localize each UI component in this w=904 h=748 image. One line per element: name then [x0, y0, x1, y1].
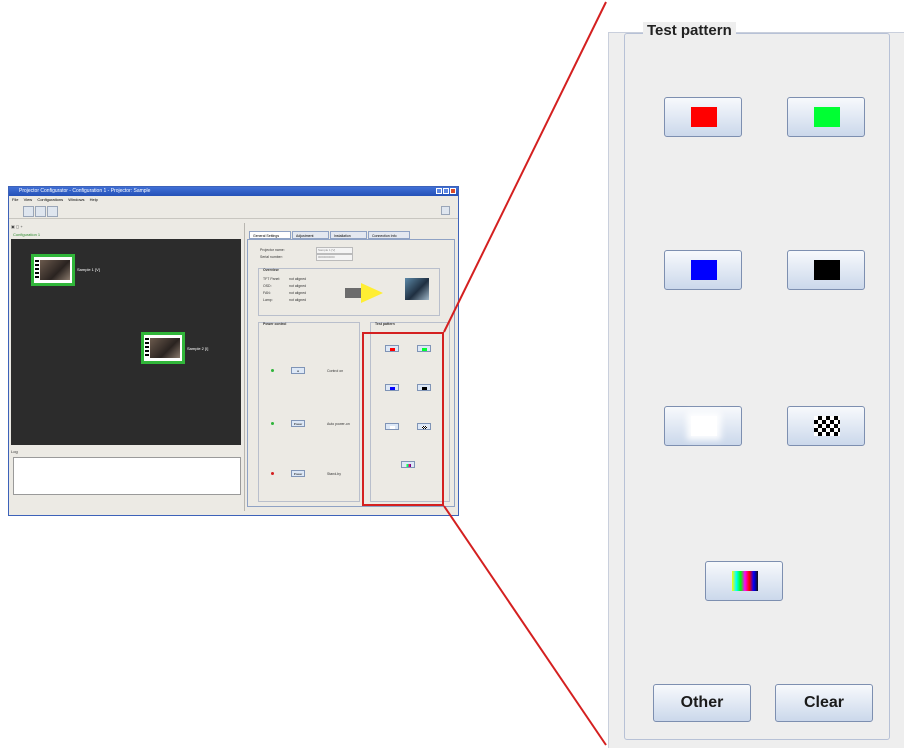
configuration-pane: ▣ ◻ + Configuration 1 Sample 1 [V] Sampl…: [11, 223, 241, 511]
auto-power-button[interactable]: Power: [291, 420, 305, 427]
red-swatch-icon: [691, 107, 717, 127]
pattern-black-button[interactable]: [787, 250, 865, 290]
menu-file[interactable]: File: [12, 197, 18, 202]
settings-tabs: General Settings Adjustment Installation…: [247, 231, 455, 239]
projector-canvas[interactable]: Sample 1 [V] Sample 2 [I]: [11, 239, 241, 445]
menu-windows[interactable]: Windows: [68, 197, 84, 202]
pattern-red-button[interactable]: [664, 97, 742, 137]
maximize-icon[interactable]: [443, 188, 449, 194]
power-control-title: Power control: [263, 322, 287, 326]
pattern-blue-button[interactable]: [664, 250, 742, 290]
projector-label: Sample 2 [I]: [187, 346, 209, 351]
pattern-strip-icon: [145, 338, 149, 358]
power-on-button[interactable]: ●: [291, 367, 305, 374]
status-dot-icon: [271, 369, 274, 372]
menu-bar: File View Configurations Windows Help: [9, 196, 458, 204]
other-button[interactable]: Other: [653, 684, 751, 722]
menu-configurations[interactable]: Configurations: [37, 197, 63, 202]
configuration-label: Configuration 1: [13, 232, 41, 237]
toolbar-new-button[interactable]: [23, 206, 34, 217]
serial-number-label: Serial number:: [260, 255, 283, 259]
status-dot-icon: [271, 422, 274, 425]
menu-view[interactable]: View: [24, 197, 33, 202]
test-pattern-group: Test pattern Other Clear: [624, 22, 890, 740]
pattern-color-bars-button[interactable]: [705, 561, 783, 601]
color-bars-icon: [732, 571, 758, 591]
log-label: Log: [11, 449, 18, 454]
menu-help[interactable]: Help: [90, 197, 98, 202]
projector-image: [150, 338, 180, 358]
status-label: FAN:: [263, 291, 271, 295]
status-value: not aligned: [289, 291, 307, 295]
screen-preview-image: [405, 278, 429, 300]
projector-body-icon: [345, 288, 361, 298]
test-pattern-title: Test pattern: [643, 22, 736, 39]
tab-adjustment[interactable]: Adjustment: [292, 231, 329, 239]
projector-name-field[interactable]: Sample 1 [V]: [316, 247, 353, 254]
split-divider[interactable]: [244, 223, 245, 511]
tab-general-settings[interactable]: General Settings: [249, 231, 291, 239]
pane-toolbar: ▣ ◻ +: [11, 224, 23, 229]
projector-label: Sample 1 [V]: [77, 267, 100, 272]
status-label: OSD:: [263, 284, 272, 288]
log-output[interactable]: [13, 457, 241, 495]
power-row-label: Control on: [327, 369, 344, 373]
projector-name-label: Projector name:: [260, 248, 285, 252]
window-title-bar[interactable]: Projector Configurator - Configuration 1…: [9, 187, 458, 196]
status-label: Lamp:: [263, 298, 273, 302]
minimize-icon[interactable]: [436, 188, 442, 194]
black-swatch-icon: [814, 260, 840, 280]
overview-group: Overview TFT Panel: not aligned OSD: not…: [258, 268, 440, 316]
toolbar: [9, 204, 458, 219]
checkerboard-icon: [814, 416, 840, 436]
window-controls: [435, 188, 456, 196]
status-label: TFT Panel:: [263, 277, 281, 281]
serial-number-field: 0000000000: [316, 254, 353, 261]
green-swatch-icon: [814, 107, 840, 127]
pattern-green-button[interactable]: [787, 97, 865, 137]
projector-node[interactable]: [31, 254, 75, 286]
power-control-group: Power control ● Control on Power Auto po…: [258, 322, 360, 502]
power-row-label: Stand-by: [327, 472, 342, 476]
overview-title: Overview: [263, 268, 279, 272]
clear-button[interactable]: Clear: [775, 684, 873, 722]
test-pattern-panel-zoom: Test pattern Other Clear: [608, 22, 904, 748]
power-row-label: Auto power-on: [327, 422, 350, 426]
pattern-white-button[interactable]: [664, 406, 742, 446]
zoom-highlight-box: [362, 332, 444, 506]
blue-swatch-icon: [691, 260, 717, 280]
window-title: Projector Configurator - Configuration 1…: [19, 188, 151, 194]
light-beam-icon: [361, 283, 383, 303]
projector-image: [40, 260, 70, 280]
zoom-line-bottom: [443, 505, 607, 746]
toolbar-connect-button[interactable]: [35, 206, 46, 217]
status-value: not aligned: [289, 298, 307, 302]
standby-button[interactable]: Power: [291, 470, 305, 477]
status-value: not aligned: [289, 284, 307, 288]
white-swatch-icon: [691, 416, 717, 436]
mini-test-pattern-title: Test pattern: [375, 322, 395, 326]
pattern-strip-icon: [35, 260, 39, 280]
tab-installation[interactable]: Installation: [330, 231, 367, 239]
projector-node[interactable]: [141, 332, 185, 364]
close-icon[interactable]: [450, 188, 456, 194]
pattern-checkerboard-button[interactable]: [787, 406, 865, 446]
toolbar-help-button[interactable]: [441, 206, 450, 215]
zoom-line-top: [443, 1, 607, 333]
status-dot-icon: [271, 472, 274, 475]
tab-connection-info[interactable]: Connection Info: [368, 231, 410, 239]
toolbar-refresh-button[interactable]: [47, 206, 58, 217]
status-value: not aligned: [289, 277, 307, 281]
